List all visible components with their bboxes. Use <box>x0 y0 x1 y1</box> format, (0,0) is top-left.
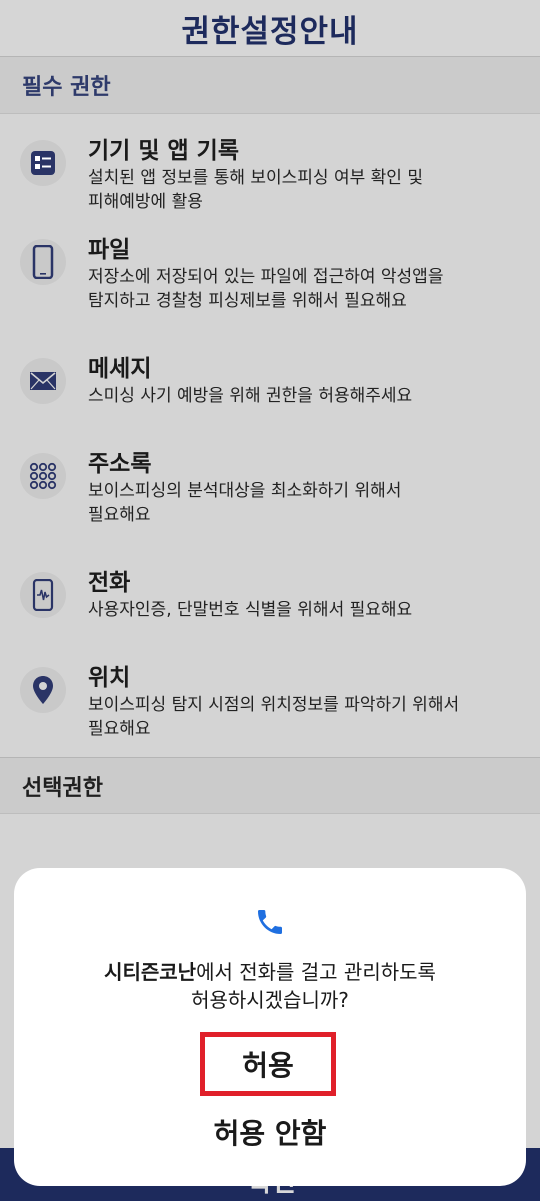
permission-desc-line: 스미싱 사기 예방을 위해 권한을 허용해주세요 <box>88 386 413 406</box>
permission-dialog: 시티즌코난에서 전화를 걸고 관리하도록 허용하시겠습니까? 허용 허용 안함 <box>14 868 526 1186</box>
dialog-message: 시티즌코난에서 전화를 걸고 관리하도록 허용하시겠습니까? <box>14 958 526 1014</box>
permission-title: 파일 <box>88 237 131 263</box>
permission-desc-line: 피해예방에 활용 <box>88 192 203 212</box>
required-section-header: 필수 권한 <box>0 57 540 114</box>
permission-item-file: 파일 저장소에 저장되어 있는 파일에 접근하여 악성앱을 탐지하고 경찰청 피… <box>0 233 540 352</box>
permission-desc-line: 필요해요 <box>88 505 151 525</box>
permission-desc-line: 탐지하고 경찰청 피싱제보를 위해서 필요해요 <box>88 291 407 311</box>
permission-desc-line: 저장소에 저장되어 있는 파일에 접근하여 악성앱을 <box>88 267 444 287</box>
permission-item-location: 위치 보이스피싱 탐지 시점의 위치정보를 파악하기 위해서 필요해요 <box>0 661 540 757</box>
optional-section-label: 선택권한 <box>22 775 103 801</box>
permission-item-phone: 전화 사용자인증, 단말번호 식별을 위해서 필요해요 <box>0 566 540 661</box>
permission-item-message: 메세지 스미싱 사기 예방을 위해 권한을 허용해주세요 <box>0 352 540 447</box>
dialog-message-rest: 에서 전화를 걸고 관리하도록 <box>196 960 436 984</box>
page-title: 권한설정안내 <box>181 13 359 50</box>
app-header: 권한설정안내 <box>0 0 540 57</box>
permission-desc-line: 보이스피싱의 분석대상을 최소화하기 위해서 <box>88 481 402 501</box>
permission-title: 전화 <box>88 570 131 596</box>
permission-title: 메세지 <box>88 356 152 382</box>
permission-desc-line: 보이스피싱 탐지 시점의 위치정보를 파악하기 위해서 <box>88 695 460 715</box>
envelope-icon <box>20 358 66 404</box>
permission-desc-line: 설치된 앱 정보를 통해 보이스피싱 여부 확인 및 <box>88 168 423 188</box>
phone-icon <box>254 906 286 942</box>
permission-desc-line: 사용자인증, 단말번호 식별을 위해서 필요해요 <box>88 600 413 620</box>
permission-title: 기기 및 앱 기록 <box>88 138 239 164</box>
permission-desc-line: 필요해요 <box>88 719 151 739</box>
optional-section-header: 선택권한 <box>0 757 540 814</box>
list-icon <box>20 140 66 186</box>
required-section-label: 필수 권한 <box>22 75 111 100</box>
location-pin-icon <box>20 667 66 713</box>
permission-list: 기기 및 앱 기록 설치된 앱 정보를 통해 보이스피싱 여부 확인 및 피해예… <box>0 114 540 757</box>
dialog-app-name: 시티즌코난 <box>104 960 197 984</box>
deny-button[interactable]: 허용 안함 <box>14 1112 526 1152</box>
allow-button-label: 허용 <box>242 1049 294 1082</box>
permission-item-contacts: 주소록 보이스피싱의 분석대상을 최소화하기 위해서 필요해요 <box>0 447 540 566</box>
dialpad-icon <box>20 453 66 499</box>
permission-title: 위치 <box>88 665 131 691</box>
permission-title: 주소록 <box>88 451 152 477</box>
allow-button[interactable]: 허용 <box>200 1032 336 1096</box>
dialog-message-line2: 허용하시겠습니까? <box>191 988 349 1012</box>
phone-waveform-icon <box>20 572 66 618</box>
permission-item-app-history: 기기 및 앱 기록 설치된 앱 정보를 통해 보이스피싱 여부 확인 및 피해예… <box>0 114 540 233</box>
phone-device-icon <box>20 239 66 285</box>
